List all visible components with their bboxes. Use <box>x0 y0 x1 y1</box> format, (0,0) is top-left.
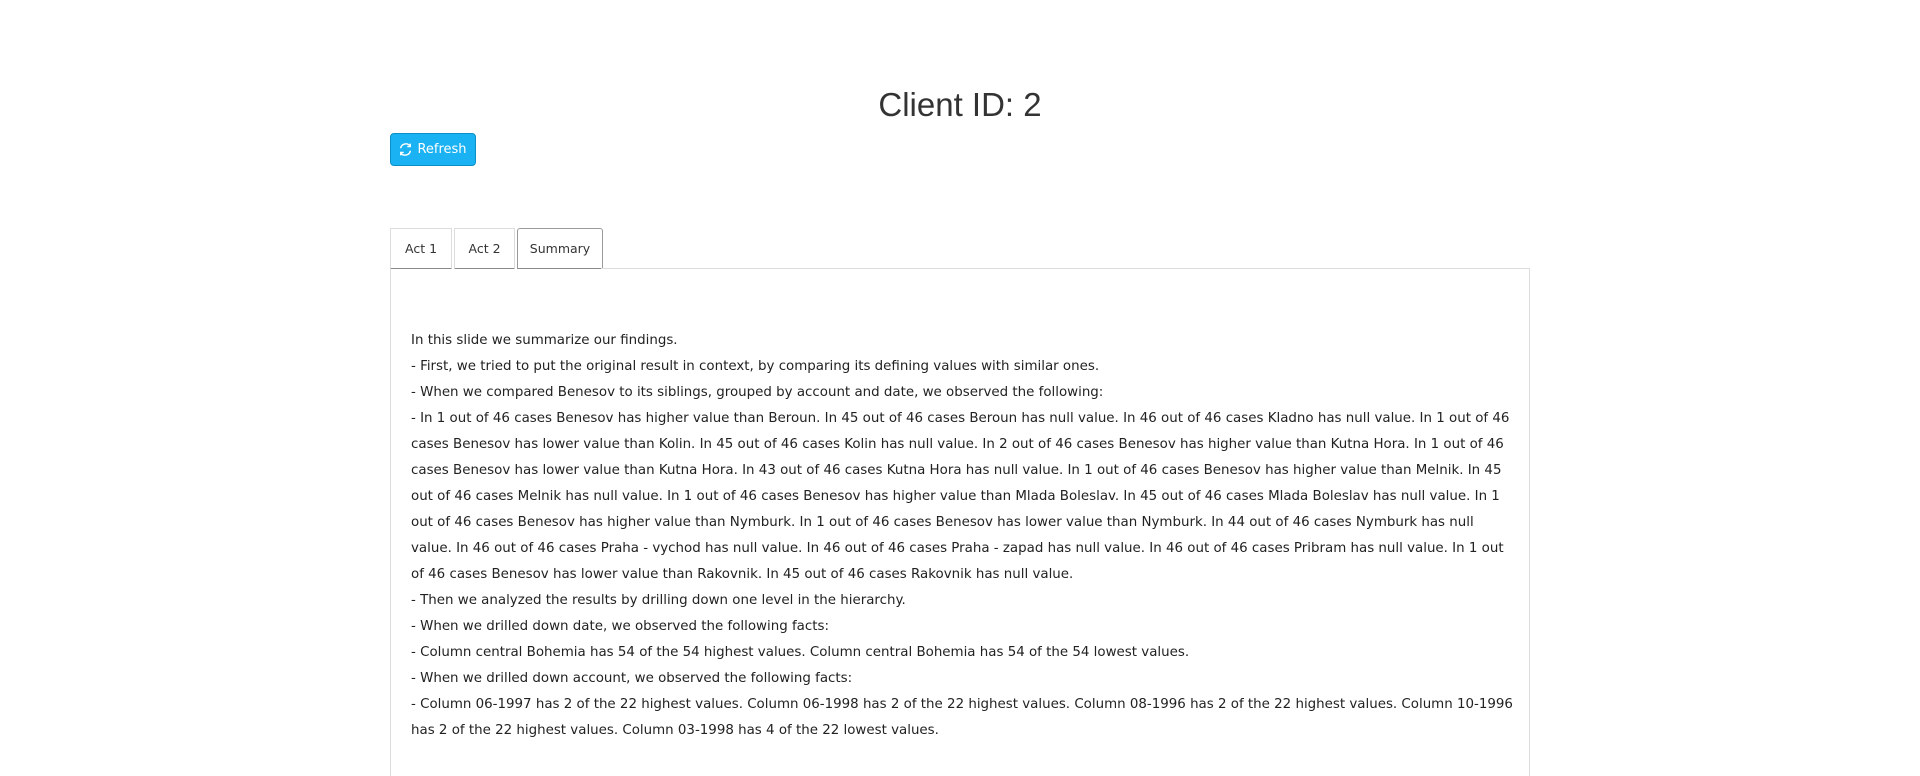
summary-line: - Column 06-1997 has 2 of the 22 highest… <box>411 697 1513 738</box>
refresh-button[interactable]: Refresh <box>390 133 476 166</box>
tab-bar: Act 1 Act 2 Summary <box>390 228 603 270</box>
summary-line: - In 1 out of 46 cases Benesov has highe… <box>411 411 1510 582</box>
page: Client ID: 2 Refresh Act 1 Act 2 Summary… <box>0 0 1920 776</box>
summary-line: - When we drilled down date, we observed… <box>411 619 829 634</box>
tab-summary[interactable]: Summary <box>517 228 603 270</box>
summary-line: - Then we analyzed the results by drilli… <box>411 593 906 608</box>
tab-act-1[interactable]: Act 1 <box>390 228 452 270</box>
summary-line: - Column central Bohemia has 54 of the 5… <box>411 645 1190 660</box>
summary-text: In this slide we summarize our findings.… <box>411 328 1513 744</box>
refresh-icon <box>399 143 412 156</box>
summary-line: - First, we tried to put the original re… <box>411 359 1100 374</box>
tab-act-2[interactable]: Act 2 <box>454 228 515 270</box>
summary-line: - When we compared Benesov to its siblin… <box>411 385 1104 400</box>
refresh-label: Refresh <box>417 142 467 157</box>
summary-line: - When we drilled down account, we obser… <box>411 671 853 686</box>
page-title: Client ID: 2 <box>878 86 1042 123</box>
summary-line: In this slide we summarize our findings. <box>411 333 678 348</box>
